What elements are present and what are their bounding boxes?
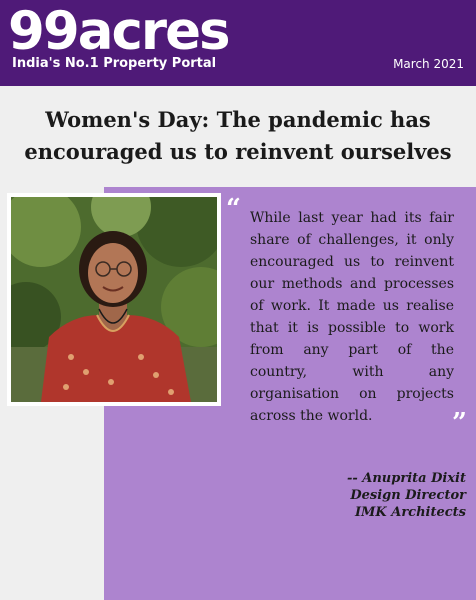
portrait-illustration <box>11 197 217 402</box>
issue-date: March 2021 <box>393 57 464 71</box>
attribution-name: -- Anuprita Dixit <box>346 471 466 486</box>
portrait-photo-frame <box>7 193 221 406</box>
attribution-company: IMK Architects <box>354 505 466 520</box>
open-quote-mark: “ <box>226 194 241 224</box>
attribution-role: Design Director <box>350 488 466 503</box>
quote-text: While last year had its fair share of ch… <box>250 210 454 424</box>
headline: Women's Day: The pandemic has encouraged… <box>24 107 452 164</box>
portrait-photo <box>11 197 217 402</box>
brand-logo: 99acres <box>8 1 231 62</box>
header-banner: 99acres India's No.1 Property Portal Mar… <box>0 0 476 86</box>
brand-tagline: India's No.1 Property Portal <box>12 56 217 71</box>
close-quote-mark: ” <box>452 408 467 438</box>
attribution: -- Anuprita Dixit Design Director IMK Ar… <box>347 470 466 521</box>
